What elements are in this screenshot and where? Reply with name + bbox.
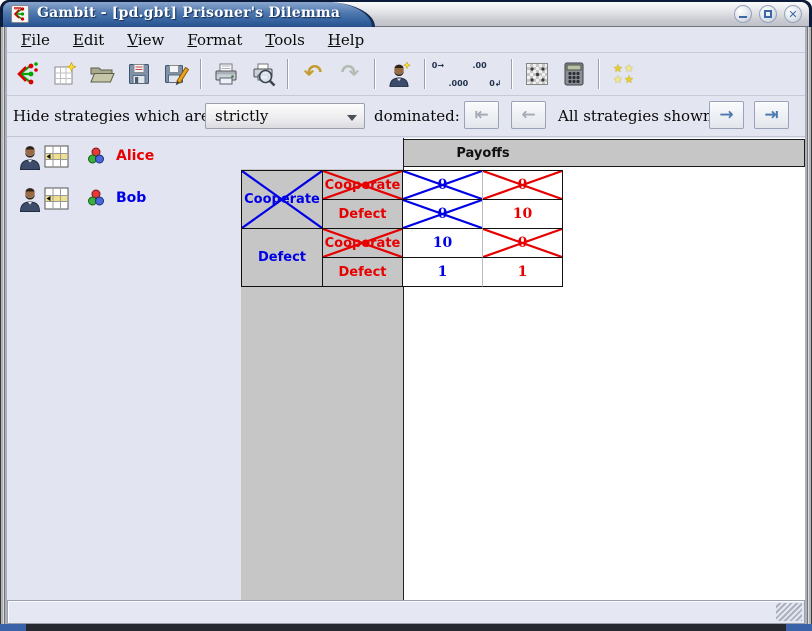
redo-icon[interactable]: ↷ bbox=[337, 61, 363, 87]
payoff-table: Cooperate Cooperate 0 0 Defect 0 bbox=[241, 170, 563, 287]
frame-corner-accent bbox=[786, 624, 812, 631]
close-icon: ✕ bbox=[785, 7, 801, 23]
previous-level-button[interactable]: ← bbox=[511, 101, 546, 129]
dominance-status-label: All strategies shown bbox=[558, 107, 713, 125]
maximize-button[interactable] bbox=[759, 5, 777, 23]
main-area: Payoffs bbox=[7, 137, 805, 600]
player-icon[interactable] bbox=[19, 143, 41, 174]
save-as-icon[interactable] bbox=[163, 61, 189, 87]
next-level-button[interactable]: → bbox=[709, 101, 744, 129]
hide-strategies-label: Hide strategies which are bbox=[13, 107, 210, 125]
menu-bar: File Edit View Format Tools Help bbox=[7, 27, 805, 53]
toolbar-separator bbox=[374, 59, 376, 89]
first-level-button[interactable]: ⇤ bbox=[464, 101, 499, 129]
payoffs-header: Payoffs bbox=[403, 139, 563, 167]
player-color-icon[interactable] bbox=[87, 147, 105, 169]
print-icon[interactable] bbox=[213, 61, 239, 87]
row-strategy-cooperate[interactable]: Cooperate bbox=[242, 171, 323, 229]
decrease-decimals-icon[interactable]: .00 0↲ bbox=[474, 61, 500, 87]
payoff-cell[interactable]: 0 bbox=[403, 200, 483, 229]
player-name-alice[interactable]: Alice bbox=[116, 148, 154, 164]
undo-icon[interactable]: ↶ bbox=[300, 61, 326, 87]
gambit-app-icon bbox=[11, 5, 29, 23]
col-strategy-defect[interactable]: Defect bbox=[323, 200, 403, 229]
col-strategy-cooperate[interactable]: Cooperate bbox=[323, 171, 403, 200]
player-row-alice: Alice bbox=[13, 143, 243, 173]
resize-grip-icon[interactable] bbox=[776, 603, 802, 621]
toolbar-separator bbox=[598, 59, 600, 89]
dominance-toolbar: Hide strategies which are strictly domin… bbox=[7, 96, 805, 137]
payoff-cell[interactable]: 1 bbox=[483, 258, 563, 287]
window-frame-bottom bbox=[0, 624, 812, 631]
toolbar-separator bbox=[424, 59, 426, 89]
payoff-cell[interactable]: 0 bbox=[483, 171, 563, 200]
payoff-cell[interactable]: 1 bbox=[403, 258, 483, 287]
compute-equilibria-icon[interactable] bbox=[561, 61, 587, 87]
maximize-icon bbox=[764, 10, 772, 18]
qre-stars-icon[interactable]: ★ ★ ★ ★ bbox=[611, 61, 637, 87]
player-name-bob[interactable]: Bob bbox=[116, 190, 146, 206]
minimize-button[interactable] bbox=[734, 5, 752, 23]
menu-help[interactable]: Help bbox=[328, 31, 364, 49]
minimize-icon bbox=[739, 16, 747, 18]
toolbar-separator bbox=[200, 59, 202, 89]
save-icon[interactable] bbox=[126, 61, 152, 87]
payoff-cell[interactable]: 10 bbox=[403, 229, 483, 258]
payoff-cell[interactable]: 0 bbox=[403, 171, 483, 200]
col-strategy-defect[interactable]: Defect bbox=[323, 258, 403, 287]
menu-edit[interactable]: Edit bbox=[73, 31, 104, 49]
title-bar-surface: Gambit - [pd.gbt] Prisoner's Dilemma ✕ bbox=[3, 2, 809, 27]
player-color-icon[interactable] bbox=[87, 189, 105, 211]
row-strategy-defect[interactable]: Defect bbox=[242, 229, 323, 287]
dropdown-value: strictly bbox=[215, 107, 268, 125]
title-bar[interactable]: Gambit - [pd.gbt] Prisoner's Dilemma ✕ bbox=[0, 0, 812, 27]
window-controls: ✕ bbox=[734, 5, 802, 23]
menu-view[interactable]: View bbox=[127, 31, 164, 49]
toolbar-separator bbox=[287, 59, 289, 89]
toolbar: ↶ ↷ 0→ .000 .00 0↲ bbox=[7, 53, 805, 96]
arrow-to-bar-left-icon: ⇤ bbox=[474, 105, 488, 125]
menu-format[interactable]: Format bbox=[187, 31, 242, 49]
arrow-left-icon: ← bbox=[521, 105, 535, 125]
gambit-window: Gambit - [pd.gbt] Prisoner's Dilemma ✕ F… bbox=[0, 0, 812, 631]
frame-corner-accent bbox=[0, 624, 26, 631]
close-button[interactable]: ✕ bbox=[784, 5, 802, 23]
arrow-to-bar-right-icon: ⇥ bbox=[764, 105, 778, 125]
player-icon[interactable] bbox=[19, 185, 41, 216]
empty-header bbox=[562, 139, 805, 167]
status-bar bbox=[7, 600, 805, 624]
gambit-tree-icon[interactable] bbox=[15, 61, 41, 87]
add-player-icon[interactable] bbox=[387, 61, 413, 87]
window-title: Gambit - [pd.gbt] Prisoner's Dilemma bbox=[37, 5, 340, 21]
strategies-table-icon[interactable] bbox=[44, 187, 69, 214]
chevron-down-icon bbox=[347, 115, 357, 121]
menu-file[interactable]: File bbox=[21, 31, 50, 49]
window-frame-left bbox=[0, 27, 7, 624]
new-table-icon[interactable] bbox=[52, 61, 78, 87]
open-folder-icon[interactable] bbox=[89, 61, 115, 87]
randomize-icon[interactable] bbox=[524, 61, 550, 87]
increase-decimals-icon[interactable]: 0→ .000 bbox=[437, 61, 463, 87]
strategies-table-icon[interactable] bbox=[44, 145, 69, 172]
dominance-level-dropdown[interactable]: strictly bbox=[205, 103, 365, 129]
payoff-cell[interactable]: 10 bbox=[483, 200, 563, 229]
menu-tools[interactable]: Tools bbox=[265, 31, 304, 49]
toolbar-separator bbox=[511, 59, 513, 89]
window-frame-right bbox=[805, 27, 812, 624]
last-level-button[interactable]: ⇥ bbox=[754, 101, 789, 129]
col-strategy-cooperate[interactable]: Cooperate bbox=[323, 229, 403, 258]
player-row-bob: Bob bbox=[13, 185, 243, 215]
dominated-label: dominated: bbox=[374, 107, 460, 125]
arrow-right-icon: → bbox=[719, 105, 733, 125]
payoff-cell[interactable]: 0 bbox=[483, 229, 563, 258]
print-preview-icon[interactable] bbox=[250, 61, 276, 87]
